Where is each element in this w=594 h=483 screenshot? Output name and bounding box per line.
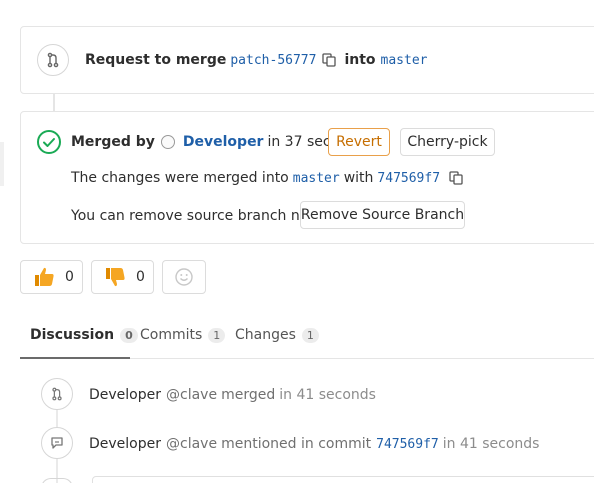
merged-by-label: Merged by: [71, 134, 155, 150]
copy-icon[interactable]: [449, 171, 463, 185]
success-check-icon: [36, 129, 62, 155]
merged-by-author-link[interactable]: Developer: [183, 134, 264, 150]
thumbs-down-button[interactable]: 0: [91, 260, 154, 294]
remove-branch-text: You can remove source branch now: [71, 208, 320, 224]
note-action: merged: [221, 387, 276, 403]
timeline-connector: [53, 94, 55, 112]
thumbs-down-count: 0: [136, 269, 145, 285]
add-reaction-button[interactable]: [162, 260, 206, 294]
merged-target-branch-link[interactable]: master: [293, 171, 340, 186]
tab-commits[interactable]: Commits 1: [140, 324, 226, 346]
remove-source-branch-button[interactable]: Remove Source Branch: [300, 201, 465, 229]
source-branch-link[interactable]: patch-56777: [230, 53, 316, 68]
note-action: mentioned in commit: [221, 436, 372, 452]
note-mentioned: Developer @clave mentioned in commit 747…: [89, 434, 539, 454]
tab-changes[interactable]: Changes 1: [235, 324, 319, 346]
cherry-pick-button[interactable]: Cherry-pick: [400, 128, 495, 156]
merge-commit-link[interactable]: 747569f7: [377, 171, 440, 186]
merge-request-into: into: [344, 52, 376, 68]
thumbs-up-count: 0: [65, 269, 74, 285]
note-commit-link[interactable]: 747569f7: [376, 437, 439, 452]
target-branch-link[interactable]: master: [381, 53, 428, 68]
note-merged: Developer @clave merged in 41 seconds: [89, 385, 376, 405]
changes-merged-text: The changes were merged into: [71, 170, 289, 186]
thumbs-up-icon: [32, 265, 56, 289]
with-text: with: [343, 170, 374, 186]
comment-form[interactable]: [92, 476, 594, 483]
merge-request-icon: [37, 44, 69, 76]
tab-discussion[interactable]: Discussion 0: [30, 324, 138, 346]
tab-commits-count: 1: [208, 327, 226, 343]
avatar[interactable]: [160, 135, 175, 149]
tab-discussion-label: Discussion: [30, 327, 115, 343]
tab-active-underline: [20, 357, 130, 359]
tab-changes-count: 1: [301, 327, 319, 343]
left-edge-bar: [0, 142, 4, 186]
note-author-link[interactable]: Developer: [89, 387, 161, 403]
note-time: in 41 seconds: [442, 436, 540, 452]
thumbs-up-button[interactable]: 0: [20, 260, 83, 294]
smiley-icon: [174, 267, 194, 287]
revert-button[interactable]: Revert: [328, 128, 390, 156]
note-time: in 41 seconds: [279, 387, 376, 403]
note-author-link[interactable]: Developer: [89, 436, 161, 452]
note-handle[interactable]: @clave: [166, 387, 217, 403]
copy-icon[interactable]: [322, 53, 337, 67]
tab-changes-label: Changes: [235, 327, 296, 343]
thumbs-down-icon: [103, 265, 127, 289]
tab-discussion-count: 0: [120, 327, 138, 343]
merge-event-icon: [41, 378, 73, 410]
comment-form-avatar-stub: [41, 478, 73, 483]
comment-event-icon: [41, 427, 73, 459]
merge-request-prefix: Request to merge: [85, 52, 227, 68]
note-handle[interactable]: @clave: [166, 436, 217, 452]
tab-commits-label: Commits: [140, 327, 203, 343]
